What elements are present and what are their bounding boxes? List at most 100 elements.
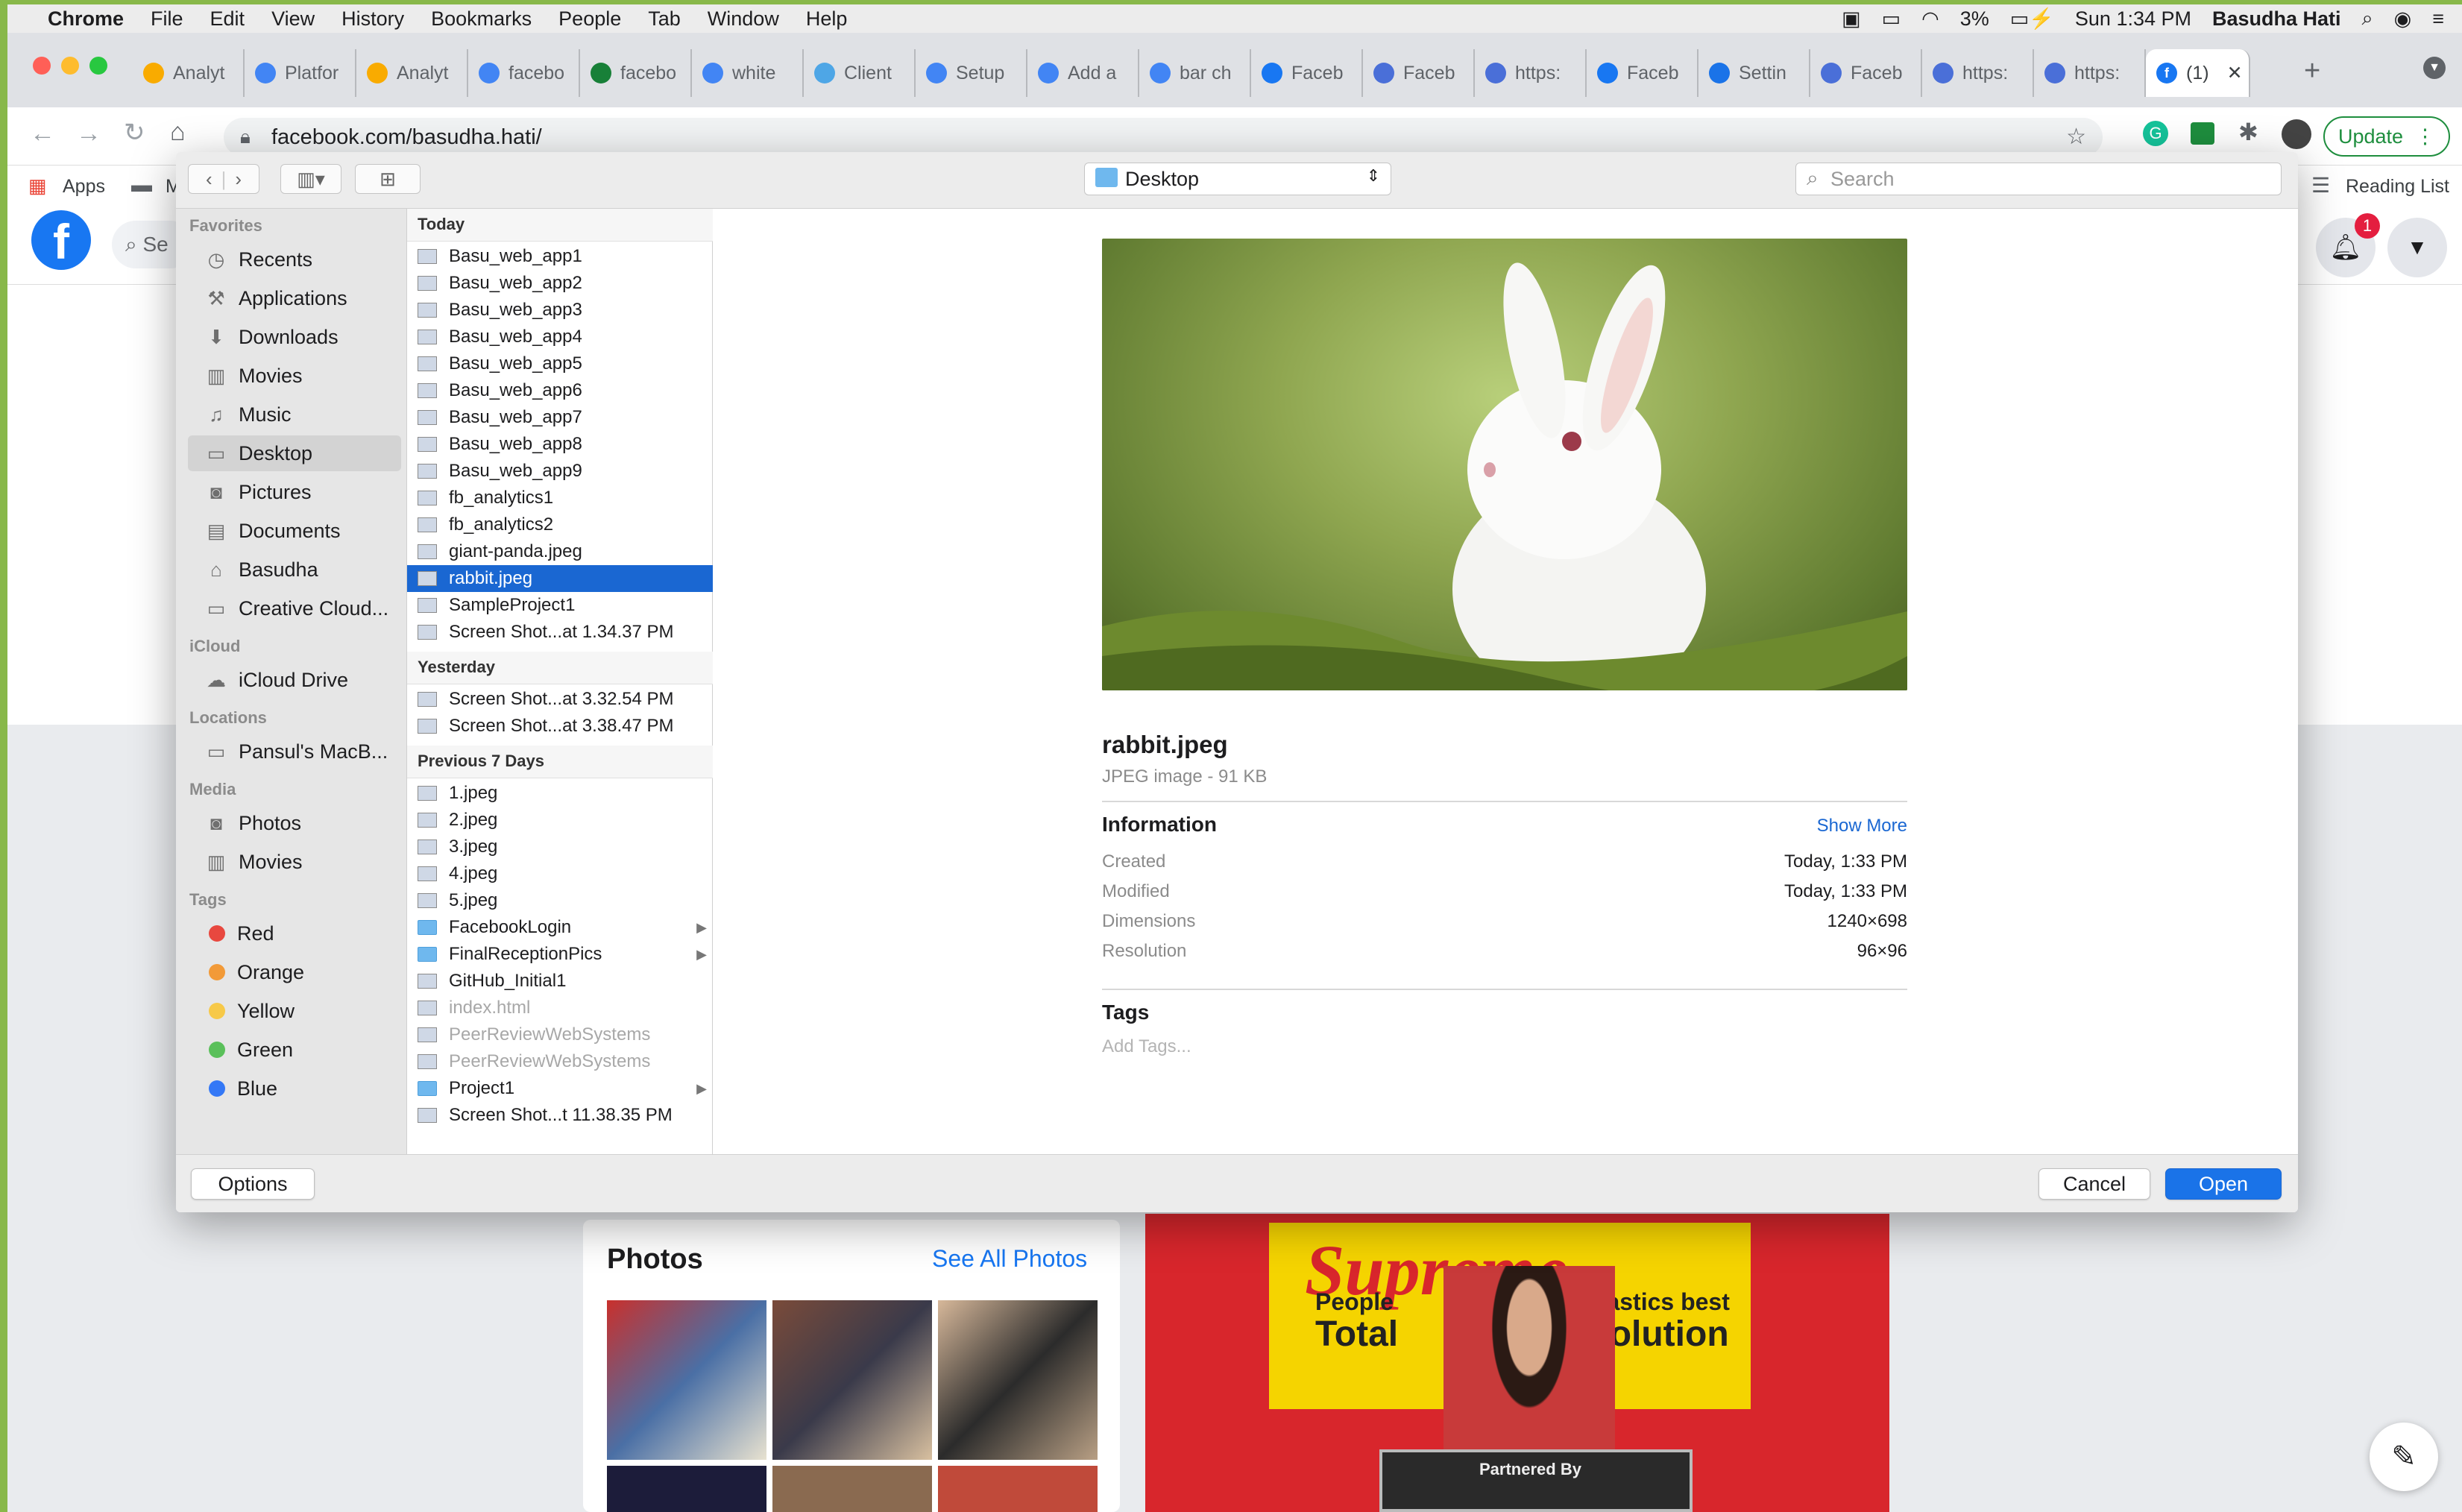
tab-item[interactable]: Platfor bbox=[245, 49, 356, 97]
add-tags-field[interactable]: Add Tags... bbox=[1102, 1036, 1191, 1057]
zoom-window-button[interactable] bbox=[89, 57, 107, 75]
file-item[interactable]: index.html bbox=[407, 995, 713, 1021]
home-icon[interactable]: ⌂ bbox=[170, 118, 186, 147]
airplay-icon[interactable]: ▭ bbox=[1882, 7, 1901, 31]
menu-tab[interactable]: Tab bbox=[648, 7, 681, 31]
sidebar-item-creative-cloud[interactable]: ▭ Creative Cloud... bbox=[188, 590, 401, 626]
tab-item[interactable]: Client bbox=[804, 49, 916, 97]
tab-item[interactable]: Analyt bbox=[133, 49, 245, 97]
tab-item[interactable]: Faceb bbox=[1251, 49, 1363, 97]
tab-close-icon[interactable]: ✕ bbox=[2227, 62, 2243, 84]
close-window-button[interactable] bbox=[33, 57, 51, 75]
sidebar-item-movies[interactable]: ▥ Movies bbox=[188, 358, 401, 394]
photo-thumbnail[interactable] bbox=[938, 1300, 1098, 1460]
kebab-menu-icon[interactable]: ⋮ bbox=[2415, 125, 2435, 148]
photo-thumbnail[interactable] bbox=[772, 1300, 932, 1460]
tab-item[interactable]: https: bbox=[1475, 49, 1587, 97]
tab-search-icon[interactable]: ▼ bbox=[2423, 57, 2446, 79]
tab-item[interactable]: Setup bbox=[916, 49, 1027, 97]
location-popup[interactable]: Desktop ⇕ bbox=[1084, 163, 1391, 195]
featured-photo[interactable]: Supreme People plastics best Total solut… bbox=[1145, 1214, 1889, 1512]
reading-list[interactable]: Reading List bbox=[2346, 176, 2449, 198]
sidebar-item-applications[interactable]: ⚒ Applications bbox=[188, 280, 401, 316]
file-item[interactable]: 3.jpeg bbox=[407, 834, 713, 860]
new-folder-icon[interactable]: ⊞ bbox=[355, 164, 421, 194]
dialog-search-field[interactable]: ⌕ Search bbox=[1795, 163, 2282, 195]
tab-item[interactable]: facebo bbox=[468, 49, 580, 97]
sidebar-tag-red[interactable]: Red bbox=[188, 916, 401, 951]
file-item[interactable]: Basu_web_app5 bbox=[407, 350, 713, 377]
sidebar-item-music[interactable]: ♫ Music bbox=[188, 397, 401, 432]
file-item[interactable]: Screen Shot...at 3.32.54 PM bbox=[407, 686, 713, 713]
tab-item[interactable]: Add a bbox=[1027, 49, 1139, 97]
file-item[interactable]: PeerReviewWebSystems bbox=[407, 1048, 713, 1075]
file-item[interactable]: fb_analytics1 bbox=[407, 485, 713, 511]
menu-help[interactable]: Help bbox=[806, 7, 848, 31]
photo-thumbnail[interactable] bbox=[772, 1466, 932, 1512]
file-item[interactable]: Basu_web_app8 bbox=[407, 431, 713, 458]
file-item[interactable]: 2.jpeg bbox=[407, 807, 713, 834]
menu-view[interactable]: View bbox=[271, 7, 315, 31]
reload-icon[interactable]: ↻ bbox=[124, 118, 145, 148]
sidebar-item-downloads[interactable]: ⬇ Downloads bbox=[188, 319, 401, 355]
profile-avatar[interactable] bbox=[2282, 119, 2311, 149]
siri-icon[interactable]: ◉ bbox=[2394, 7, 2412, 31]
sidebar-item-icloud-drive[interactable]: ☁ iCloud Drive bbox=[188, 662, 401, 698]
back-chevron-icon[interactable]: ‹ bbox=[206, 168, 212, 191]
tab-item[interactable]: Faceb bbox=[1587, 49, 1698, 97]
menu-history[interactable]: History bbox=[341, 7, 404, 31]
file-item[interactable]: Basu_web_app7 bbox=[407, 404, 713, 431]
back-icon[interactable]: ← bbox=[30, 119, 55, 148]
sidebar-item-photos[interactable]: ◙ Photos bbox=[188, 805, 401, 841]
minimize-window-button[interactable] bbox=[61, 57, 79, 75]
tab-item[interactable]: Faceb bbox=[1810, 49, 1922, 97]
camera-icon[interactable]: ▣ bbox=[1842, 7, 1861, 31]
clock[interactable]: Sun 1:34 PM bbox=[2075, 7, 2191, 31]
update-button[interactable]: Update ⋮ bbox=[2323, 116, 2450, 157]
reading-list-icon[interactable]: ☰ bbox=[2311, 173, 2330, 198]
sidebar-item-movies[interactable]: ▥ Movies bbox=[188, 844, 401, 880]
file-item[interactable]: Screen Shot...at 3.38.47 PM bbox=[407, 713, 713, 740]
open-button[interactable]: Open bbox=[2165, 1168, 2282, 1200]
bookmark-apps[interactable]: Apps bbox=[63, 176, 105, 198]
sidebar-tag-yellow[interactable]: Yellow bbox=[188, 993, 401, 1029]
sidebar-item-recents[interactable]: ◷ Recents bbox=[188, 242, 401, 277]
folder-item[interactable]: Project1 ▶ bbox=[407, 1075, 713, 1102]
menu-window[interactable]: Window bbox=[708, 7, 779, 31]
file-item[interactable]: SampleProject1 bbox=[407, 592, 713, 619]
photo-thumbnail[interactable] bbox=[607, 1300, 766, 1460]
tab-item[interactable]: Settin bbox=[1698, 49, 1810, 97]
grammarly-icon[interactable]: G bbox=[2143, 121, 2168, 146]
menu-people[interactable]: People bbox=[558, 7, 621, 31]
view-mode-columns-icon[interactable]: ▥▾ bbox=[280, 164, 341, 194]
folder-item[interactable]: FacebookLogin ▶ bbox=[407, 914, 713, 941]
menu-file[interactable]: File bbox=[151, 7, 183, 31]
file-item[interactable]: 1.jpeg bbox=[407, 780, 713, 807]
sidebar-item-desktop[interactable]: ▭ Desktop bbox=[188, 435, 401, 471]
file-item[interactable]: Screen Shot...t 11.38.35 PM bbox=[407, 1102, 713, 1129]
menu-app[interactable]: Chrome bbox=[48, 7, 124, 31]
sidebar-item-basudha[interactable]: ⌂ Basudha bbox=[188, 552, 401, 588]
account-menu-caret-icon[interactable]: ▼ bbox=[2387, 218, 2447, 277]
cancel-button[interactable]: Cancel bbox=[2038, 1168, 2150, 1200]
file-item[interactable]: 5.jpeg bbox=[407, 887, 713, 914]
file-item[interactable]: fb_analytics2 bbox=[407, 511, 713, 538]
new-tab-icon[interactable]: + bbox=[2304, 55, 2320, 87]
file-item[interactable]: rabbit.jpeg bbox=[407, 565, 713, 592]
file-item[interactable]: Basu_web_app4 bbox=[407, 324, 713, 350]
tab-item[interactable]: white bbox=[692, 49, 804, 97]
sidebar-item-pictures[interactable]: ◙ Pictures bbox=[188, 474, 401, 510]
file-item[interactable]: GitHub_Initial1 bbox=[407, 968, 713, 995]
file-item[interactable]: Basu_web_app9 bbox=[407, 458, 713, 485]
tab-item[interactable]: Faceb bbox=[1363, 49, 1475, 97]
folder-item[interactable]: FinalReceptionPics ▶ bbox=[407, 941, 713, 968]
download-extension-icon[interactable] bbox=[2191, 122, 2214, 145]
photo-thumbnail[interactable] bbox=[938, 1466, 1098, 1512]
sidebar-tag-blue[interactable]: Blue bbox=[188, 1071, 401, 1106]
battery-icon[interactable]: ▭⚡ bbox=[2010, 7, 2054, 31]
forward-icon[interactable]: → bbox=[76, 119, 101, 148]
sidebar-tag-orange[interactable]: Orange bbox=[188, 954, 401, 990]
photo-thumbnail[interactable] bbox=[607, 1466, 766, 1512]
file-item[interactable]: Basu_web_app1 bbox=[407, 243, 713, 270]
wifi-icon[interactable]: ◠ bbox=[1921, 7, 1939, 31]
